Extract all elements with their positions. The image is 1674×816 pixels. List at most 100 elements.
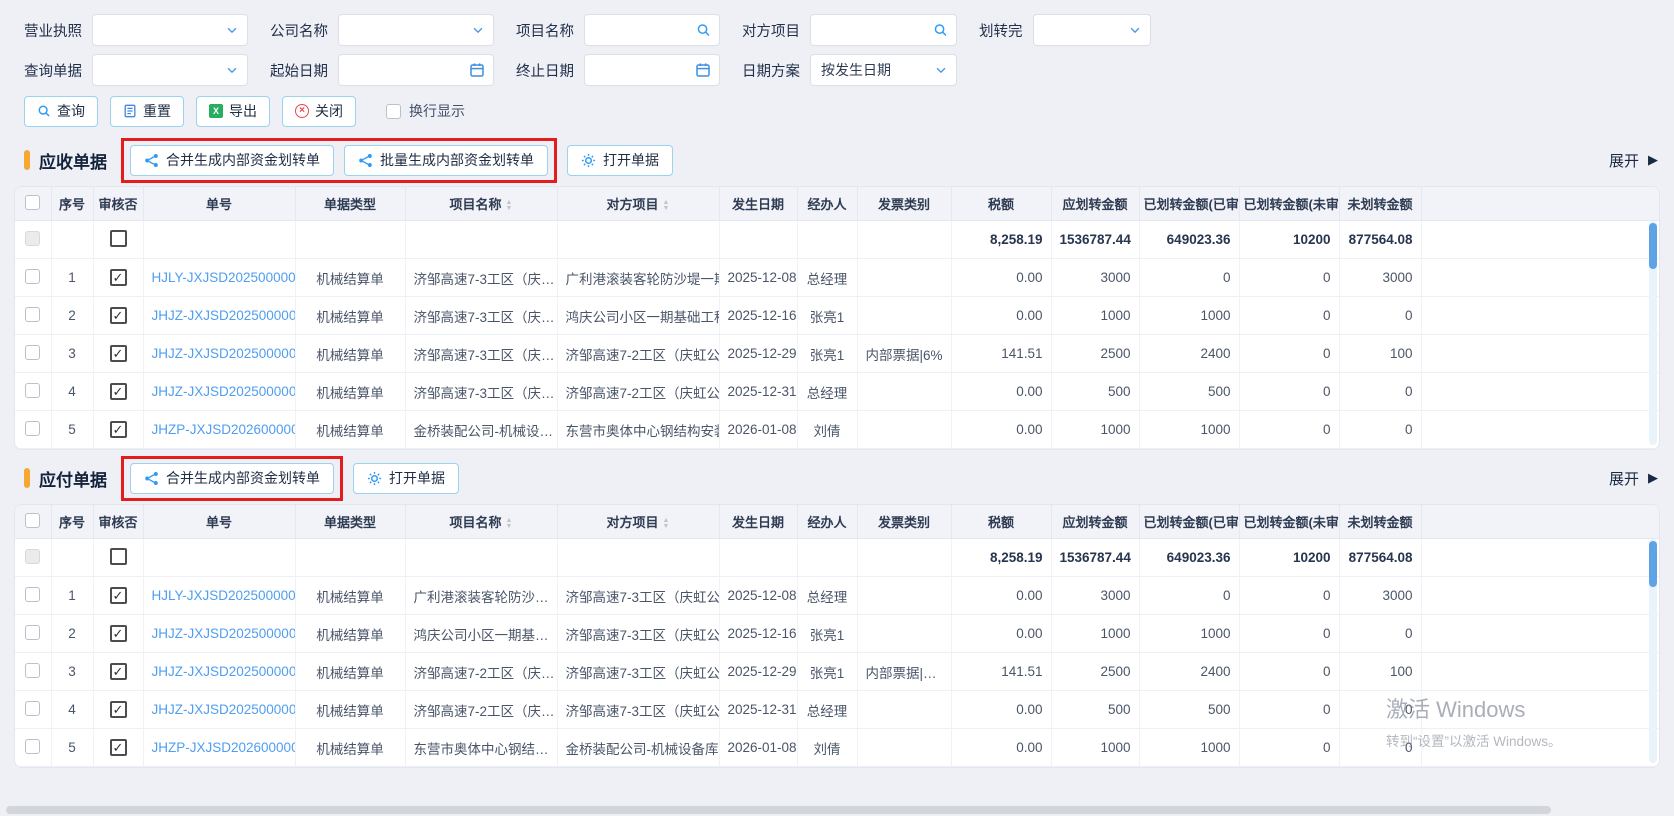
column-label: 经办人 [807,515,846,530]
expand-label: 展开 [1609,468,1639,489]
row-checkbox[interactable] [25,587,40,602]
section-button-share[interactable]: 批量生成内部资金划转单 [344,145,548,176]
filler-cell [1421,539,1659,577]
cell-amount_approved: 1000 [1139,729,1239,767]
summary-approved-checkbox[interactable] [110,230,127,247]
company-name-select[interactable] [338,14,494,46]
select-all-header [15,505,51,539]
doc-no-link[interactable]: HJLY-JXJSD20250000001 [152,270,296,285]
wrap-display-toggle[interactable]: 换行显示 [386,101,465,121]
approved-checkbox[interactable]: ✓ [110,383,127,400]
business-license-select[interactable] [92,14,248,46]
cell-amount_due: 1000 [1051,297,1139,335]
cell-approved: ✓ [93,691,143,729]
column-label: 税额 [988,197,1014,212]
summary-cell-invoice [857,539,951,577]
doc-no-link[interactable]: JHJZ-JXJSD2025000000 [152,346,296,361]
approved-checkbox[interactable]: ✓ [110,625,127,642]
column-label: 对方项目 [607,197,659,212]
approved-checkbox[interactable]: ✓ [110,421,127,438]
sort-icon[interactable]: ▲▼ [506,200,513,212]
reset-button[interactable]: 重置 [110,96,184,127]
section-button-gear[interactable]: 打开单据 [353,463,459,494]
cell-project: 济邹高速7-2工区（庆… [405,691,557,729]
button-label: 打开单据 [389,468,445,488]
counter-project-input[interactable] [810,14,957,46]
export-button[interactable]: X 导出 [196,96,270,127]
row-checkbox[interactable] [25,625,40,640]
doc-no-link[interactable]: JHZP-JXJSD2026000000 [152,422,296,437]
approved-checkbox[interactable]: ✓ [110,269,127,286]
row-checkbox[interactable] [25,269,40,284]
row-checkbox[interactable] [25,345,40,360]
vertical-scrollbar-thumb[interactable] [1649,223,1657,269]
wrap-display-checkbox[interactable] [386,104,401,119]
vertical-scrollbar[interactable] [1649,539,1657,763]
select-all-checkbox[interactable] [25,513,40,528]
cell-date: 2025-12-31 [719,373,797,411]
expand-button[interactable]: 展开 ▶ [1609,468,1658,489]
vertical-scrollbar[interactable] [1649,221,1657,445]
row-checkbox[interactable] [25,421,40,436]
cell-project: 金桥装配公司-机械设… [405,411,557,449]
select-all-checkbox[interactable] [25,195,40,210]
data-table: 序号审核否单号单据类型项目名称▲▼对方项目▲▼发生日期经办人发票类别税额应划转金… [15,187,1659,449]
row-checkbox[interactable] [25,307,40,322]
expand-button[interactable]: 展开▶ [1609,150,1658,171]
filter-panel: 营业执照 公司名称 项目名称 对方项目 [0,0,1674,132]
doc-no-link[interactable]: JHZP-JXJSD2026000000 [152,740,296,755]
doc-no-link[interactable]: HJLY-JXJSD20250000001 [152,588,296,603]
row-checkbox[interactable] [25,701,40,716]
table-header-row: 序号审核否单号单据类型项目名称▲▼对方项目▲▼发生日期经办人发票类别税额应划转金… [15,187,1659,221]
filler-cell [1421,373,1659,411]
date-scheme-select[interactable]: 按发生日期 [810,54,957,86]
section-button-gear[interactable]: 打开单据 [567,145,673,176]
cell-date: 2026-01-08 [719,729,797,767]
query-doc-select[interactable] [92,54,248,86]
row-checkbox[interactable] [25,383,40,398]
horizontal-scrollbar-thumb[interactable] [6,806,1551,814]
summary-cell-amount_unapproved: 10200 [1239,221,1339,259]
row-checkbox[interactable] [25,663,40,678]
cell-doc_type: 机械结算单 [295,411,405,449]
approved-checkbox[interactable]: ✓ [110,345,127,362]
project-name-input[interactable] [584,14,720,46]
sort-icon[interactable]: ▲▼ [663,518,670,530]
summary-approved-checkbox[interactable] [110,548,127,565]
filler-cell [1421,615,1659,653]
cell-doc_no: JHZP-JXJSD2026000000 [143,411,295,449]
section-header-receivable: 应收单据合并生成内部资金划转单批量生成内部资金划转单打开单据展开▶ [24,140,1658,180]
doc-no-link[interactable]: JHJZ-JXJSD2025000000 [152,626,296,641]
cell-amount_unapproved: 0 [1239,729,1339,767]
filler-cell [1421,259,1659,297]
column-header: 发生日期 [719,505,797,539]
approved-checkbox[interactable]: ✓ [110,587,127,604]
column-header: 税额 [951,187,1051,221]
start-date-input[interactable] [338,54,494,86]
end-date-input[interactable] [584,54,720,86]
sort-icon[interactable]: ▲▼ [506,518,513,530]
approved-checkbox[interactable]: ✓ [110,663,127,680]
cell-amount_due: 2500 [1051,335,1139,373]
table-row: 2✓JHJZ-JXJSD2025000000机械结算单鸿庆公司小区一期基…济邹高… [15,615,1659,653]
horizontal-scrollbar[interactable] [0,804,1674,816]
doc-no-link[interactable]: JHJZ-JXJSD2025000000 [152,308,296,323]
table-card: 序号审核否单号单据类型项目名称▲▼对方项目▲▼发生日期经办人发票类别税额应划转金… [14,186,1660,450]
cell-doc_no: JHZP-JXJSD2026000000 [143,729,295,767]
doc-no-link[interactable]: JHJZ-JXJSD2025000000 [152,384,296,399]
close-button[interactable]: × 关闭 [282,96,356,127]
row-checkbox[interactable] [25,739,40,754]
section-button-share[interactable]: 合并生成内部资金划转单 [130,145,334,176]
sort-icon[interactable]: ▲▼ [663,200,670,212]
approved-checkbox[interactable]: ✓ [110,701,127,718]
transfer-done-select[interactable] [1033,14,1151,46]
row-select-cell [15,297,51,335]
doc-no-link[interactable]: JHJZ-JXJSD2025000000 [152,664,296,679]
section-button-share[interactable]: 合并生成内部资金划转单 [130,463,334,494]
expand-arrow-icon: ▶ [1648,470,1658,486]
doc-no-link[interactable]: JHJZ-JXJSD2025000000 [152,702,296,717]
approved-checkbox[interactable]: ✓ [110,739,127,756]
search-button[interactable]: 查询 [24,96,98,127]
approved-checkbox[interactable]: ✓ [110,307,127,324]
vertical-scrollbar-thumb[interactable] [1649,541,1657,587]
